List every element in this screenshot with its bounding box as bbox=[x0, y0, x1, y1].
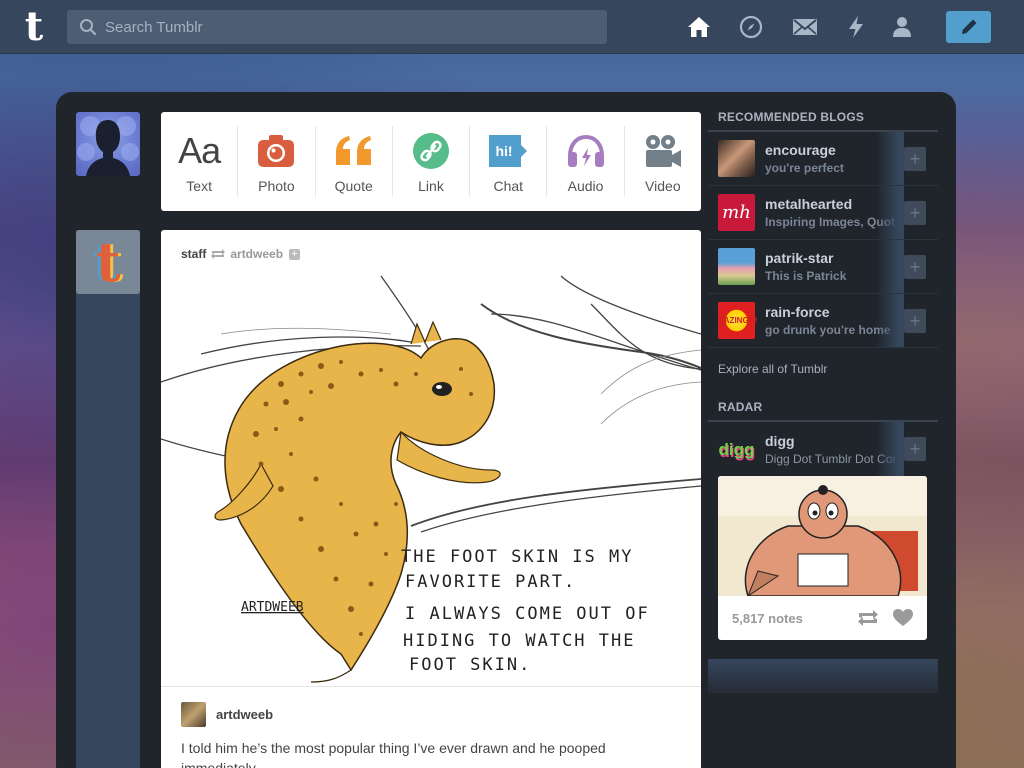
artist-signature: ARTDWEEB bbox=[241, 600, 304, 615]
post-type-label: Quote bbox=[334, 177, 373, 194]
tumblr-logo[interactable]: t bbox=[14, 6, 54, 48]
recommended-blog-row[interactable]: encourage you're perfect + bbox=[708, 132, 938, 186]
like-heart-icon[interactable] bbox=[893, 609, 913, 627]
recommended-blog-row[interactable]: patrik-star This is Patrick + bbox=[708, 240, 938, 294]
post-type-label: Audio bbox=[567, 177, 604, 194]
fade-overlay bbox=[876, 422, 904, 476]
search-box[interactable] bbox=[67, 10, 607, 44]
post-avatar-column bbox=[76, 230, 140, 768]
radar-post-image bbox=[718, 476, 927, 598]
recommended-blog-row[interactable]: BAZINGA! rain-force go drunk you're home… bbox=[708, 294, 938, 348]
inbox-mail-icon[interactable] bbox=[791, 13, 819, 41]
follow-plus-icon[interactable]: + bbox=[289, 248, 301, 260]
author-avatar[interactable] bbox=[181, 702, 206, 727]
post-type-label: Chat bbox=[493, 177, 524, 194]
post-type-link[interactable]: Link bbox=[393, 126, 471, 197]
reblog-icon[interactable] bbox=[857, 609, 879, 627]
staff-logo-glyph: t bbox=[95, 230, 121, 294]
post-body-text: I told him he’s the most popular thing I… bbox=[181, 740, 606, 768]
link-icon bbox=[412, 130, 450, 172]
post-type-audio[interactable]: Audio bbox=[547, 126, 625, 197]
reblogged-from-link[interactable]: artdweeb bbox=[230, 247, 283, 261]
silhouette-icon bbox=[77, 116, 139, 176]
chat-bubble-icon: hi! bbox=[487, 130, 529, 172]
image-caption-line-5: FOOT SKIN. bbox=[409, 655, 531, 675]
fade-overlay bbox=[876, 132, 904, 185]
post-type-label: Text bbox=[186, 177, 212, 194]
follow-button[interactable]: + bbox=[904, 147, 926, 171]
quote-icon bbox=[334, 130, 374, 172]
top-navigation-bar: t bbox=[0, 0, 1024, 54]
image-caption-line-3: I ALWAYS COME OUT OF bbox=[405, 604, 650, 624]
explore-compass-icon[interactable] bbox=[737, 13, 765, 41]
radar-post-footer: 5,817 notes bbox=[718, 596, 927, 640]
pencil-icon bbox=[961, 19, 976, 34]
post-author-row: artdweeb bbox=[181, 702, 273, 727]
radar-post-card[interactable]: 5,817 notes bbox=[718, 476, 927, 640]
right-sidebar: RECOMMENDED BLOGS encourage you're perfe… bbox=[708, 100, 938, 693]
post-blog-link[interactable]: staff bbox=[181, 247, 206, 261]
account-person-icon[interactable] bbox=[888, 13, 916, 41]
video-camera-icon bbox=[643, 130, 683, 172]
text-icon: Aa bbox=[178, 129, 221, 171]
home-icon[interactable] bbox=[685, 13, 713, 41]
search-icon bbox=[80, 19, 97, 36]
fade-overlay bbox=[876, 186, 904, 239]
dashboard-post: staff artdweeb + THE FOOT SKIN IS MY FAV… bbox=[161, 230, 701, 768]
image-caption-line-4: HIDING TO WATCH THE bbox=[403, 631, 635, 651]
radar-blog-row[interactable]: digg digg Digg Dot Tumblr Dot Com + bbox=[708, 422, 938, 476]
recommended-blogs-heading: RECOMMENDED BLOGS bbox=[708, 100, 938, 132]
fade-overlay bbox=[876, 294, 904, 347]
post-type-quote[interactable]: Quote bbox=[316, 126, 393, 197]
radar-heading: RADAR bbox=[708, 390, 938, 422]
follow-button[interactable]: + bbox=[904, 201, 926, 225]
follow-button[interactable]: + bbox=[904, 255, 926, 279]
follow-button[interactable]: + bbox=[904, 437, 926, 461]
image-caption-line-2: FAVORITE PART. bbox=[405, 572, 576, 592]
post-type-label: Link bbox=[418, 177, 444, 194]
blog-avatar[interactable]: digg bbox=[718, 431, 755, 468]
post-header: staff artdweeb + bbox=[181, 247, 301, 261]
image-caption-line-1: THE FOOT SKIN IS MY bbox=[401, 547, 633, 567]
blog-avatar[interactable] bbox=[718, 248, 755, 285]
staff-avatar[interactable]: t bbox=[76, 230, 140, 294]
post-type-bar: Aa Text Photo Quote Link hi! Chat Audio bbox=[161, 112, 701, 211]
recommended-blog-row[interactable]: mh metalhearted Inspiring Images, Quotes… bbox=[708, 186, 938, 240]
user-avatar[interactable] bbox=[76, 112, 140, 176]
svg-text:hi!: hi! bbox=[496, 143, 513, 159]
reblog-icon bbox=[211, 249, 226, 259]
post-type-chat[interactable]: hi! Chat bbox=[470, 126, 548, 197]
blog-avatar[interactable]: BAZINGA! bbox=[718, 302, 757, 339]
search-input[interactable] bbox=[105, 18, 585, 36]
follow-button[interactable]: + bbox=[904, 309, 926, 333]
post-type-label: Video bbox=[645, 177, 681, 194]
fade-overlay bbox=[876, 240, 904, 293]
explore-tumblr-link[interactable]: Explore all of Tumblr bbox=[708, 348, 938, 390]
sidebar-bottom-shade bbox=[708, 659, 938, 693]
post-image-gecko-drawing[interactable]: THE FOOT SKIN IS MY FAVORITE PART. I ALW… bbox=[161, 274, 701, 686]
post-type-video[interactable]: Video bbox=[625, 126, 701, 197]
post-type-photo[interactable]: Photo bbox=[238, 126, 316, 197]
activity-lightning-icon[interactable] bbox=[842, 13, 870, 41]
post-divider bbox=[161, 686, 701, 687]
headphones-icon bbox=[566, 130, 606, 172]
post-type-text[interactable]: Aa Text bbox=[161, 126, 239, 197]
blog-avatar[interactable] bbox=[718, 140, 755, 177]
compose-post-button[interactable] bbox=[946, 11, 991, 43]
post-type-label: Photo bbox=[258, 177, 295, 194]
author-name-link[interactable]: artdweeb bbox=[216, 707, 273, 722]
blog-avatar[interactable]: mh bbox=[718, 194, 755, 231]
camera-icon bbox=[257, 130, 295, 172]
notes-count[interactable]: 5,817 notes bbox=[732, 611, 857, 626]
